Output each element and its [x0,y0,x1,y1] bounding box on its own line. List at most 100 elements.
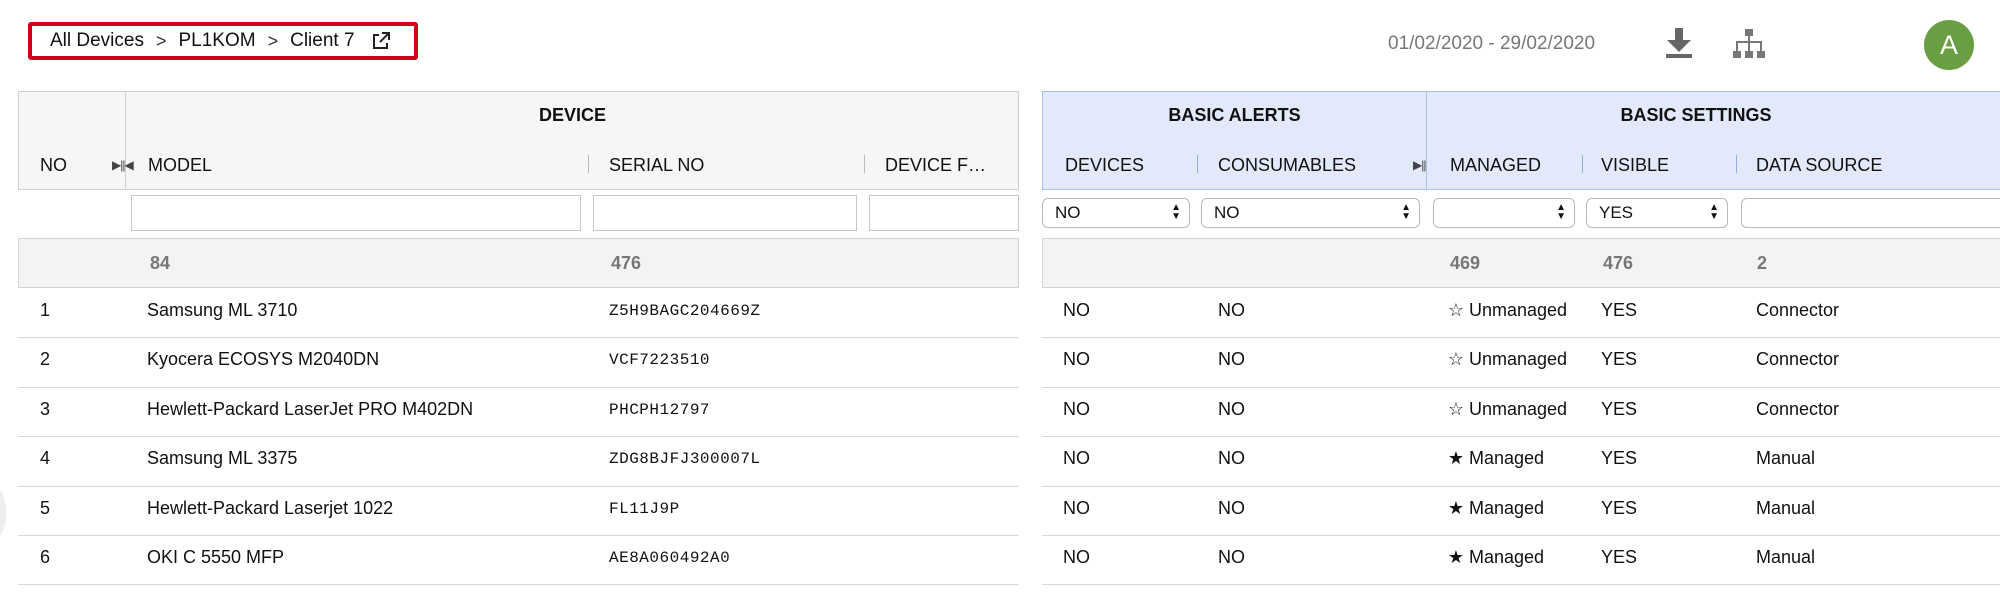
visible-filter-value: YES [1599,203,1634,222]
row-devices: NO [1063,497,1090,518]
serial-filter-input[interactable] [593,195,857,231]
column-managed[interactable]: MANAGED [1450,155,1541,176]
row-consumables: NO [1218,300,1245,320]
column-model[interactable]: MODEL [148,155,212,176]
total-serial: 476 [611,253,642,273]
row-divider [1042,584,2000,586]
row-no: 4 [40,448,51,469]
row-no: 6 [40,547,51,567]
star-outline-icon[interactable]: ☆ [1447,399,1465,420]
row-managed: ★ Managed [1447,547,1544,568]
device-f-filter-input[interactable] [869,195,1019,231]
row-consumables: NO [1218,497,1245,518]
row-visible: YES [1601,547,1638,567]
row-no: 2 [40,349,51,370]
row-consumables: NO [1218,398,1245,419]
star-outline-icon[interactable]: ☆ [1447,349,1465,370]
consumables-filter-select[interactable]: NO ▲ ▼ [1201,198,1420,228]
column-consumables[interactable]: CONSUMABLES [1218,155,1356,176]
row-managed-label: Managed [1469,448,1545,469]
date-range[interactable]: 01/02/2020 - 29/02/2020 [1388,33,1595,55]
group-basic-settings: BASIC SETTINGS [1620,105,1772,125]
row-model: Kyocera ECOSYS M2040DN [147,349,380,370]
row-consumables: NO [1218,448,1245,469]
breadcrumb-client[interactable]: Client 7 [290,30,354,52]
group-basic-alerts: BASIC ALERTS [1168,105,1301,125]
column-device-f[interactable]: DEVICE F… [885,155,986,176]
column-serial[interactable]: SERIAL NO [609,155,704,176]
download-icon[interactable] [1664,27,1694,64]
row-divider [18,386,1019,388]
breadcrumb-separator: > [155,30,167,51]
column-separator [864,155,865,173]
row-visible: YES [1601,300,1638,320]
row-managed-label: Managed [1469,497,1545,518]
column-resize-handle[interactable]: ▶||◀ [112,158,134,172]
select-arrows-icon: ▲ ▼ [1556,202,1566,222]
row-visible: YES [1601,349,1638,370]
row-visible: YES [1601,448,1638,469]
column-devices[interactable]: DEVICES [1065,155,1144,176]
row-divider [1042,386,2000,388]
data-source-filter-select[interactable] [1741,198,2000,228]
row-serial: AE8A060492A0 [609,549,731,567]
row-divider [1042,337,2000,339]
row-no: 5 [40,497,51,518]
row-managed: ★ Managed [1447,448,1544,469]
row-model: Samsung ML 3375 [147,448,298,469]
row-managed-label: Unmanaged [1469,398,1568,419]
total-model: 84 [150,253,171,273]
row-visible: YES [1601,497,1638,518]
visible-filter-select[interactable]: YES ▲ ▼ [1586,198,1728,228]
group-device: DEVICE [538,105,607,125]
row-data-source: Connector [1756,349,1840,370]
row-no: 1 [40,300,51,320]
total-data-source: 2 [1757,253,1768,273]
star-filled-icon[interactable]: ★ [1447,448,1465,469]
row-data-source: Connector [1756,300,1840,320]
row-no: 3 [40,398,51,419]
row-devices: NO [1063,448,1090,469]
external-link-icon[interactable] [371,31,391,51]
row-serial: PHCPH12797 [609,400,711,419]
row-visible: YES [1601,398,1638,419]
hierarchy-icon[interactable] [1732,28,1766,65]
row-divider [1042,535,2000,536]
row-managed: ★ Managed [1447,498,1544,519]
row-managed: ☆ Unmanaged [1447,399,1567,420]
devices-filter-value: NO [1055,203,1081,222]
row-divider [18,436,1019,438]
devices-filter-select[interactable]: NO ▲ ▼ [1042,198,1190,228]
avatar[interactable]: A [1924,20,1974,70]
column-visible[interactable]: VISIBLE [1601,155,1669,176]
star-filled-icon[interactable]: ★ [1447,498,1465,519]
row-data-source: Manual [1756,497,1816,518]
star-filled-icon[interactable]: ★ [1447,547,1465,568]
row-devices: NO [1063,547,1090,567]
row-model: Samsung ML 3710 [147,300,298,320]
breadcrumb-separator: > [267,30,279,51]
row-managed: ☆ Unmanaged [1447,349,1567,370]
managed-filter-select[interactable]: ▲ ▼ [1433,198,1575,228]
row-managed-label: Unmanaged [1469,349,1568,370]
row-divider [18,535,1019,536]
breadcrumb-all-devices[interactable]: All Devices [50,30,144,52]
side-handle[interactable] [0,488,6,538]
row-divider [18,337,1019,339]
total-visible: 476 [1603,253,1634,273]
row-consumables: NO [1218,547,1245,567]
row-managed: ☆ Unmanaged [1447,300,1567,321]
row-model: OKI C 5550 MFP [147,547,285,567]
column-separator [1736,155,1737,173]
row-devices: NO [1063,398,1090,419]
row-managed-label: Unmanaged [1469,300,1568,320]
row-divider [1042,485,2000,487]
column-no[interactable]: NO [40,155,67,176]
column-data-source[interactable]: DATA SOURCE [1756,155,1882,176]
row-devices: NO [1063,300,1090,320]
row-data-source: Manual [1756,547,1816,567]
breadcrumb-pl1kom[interactable]: PL1KOM [179,30,256,52]
consumables-filter-value: NO [1214,203,1240,222]
star-outline-icon[interactable]: ☆ [1447,300,1465,321]
model-filter-input[interactable] [131,195,581,231]
